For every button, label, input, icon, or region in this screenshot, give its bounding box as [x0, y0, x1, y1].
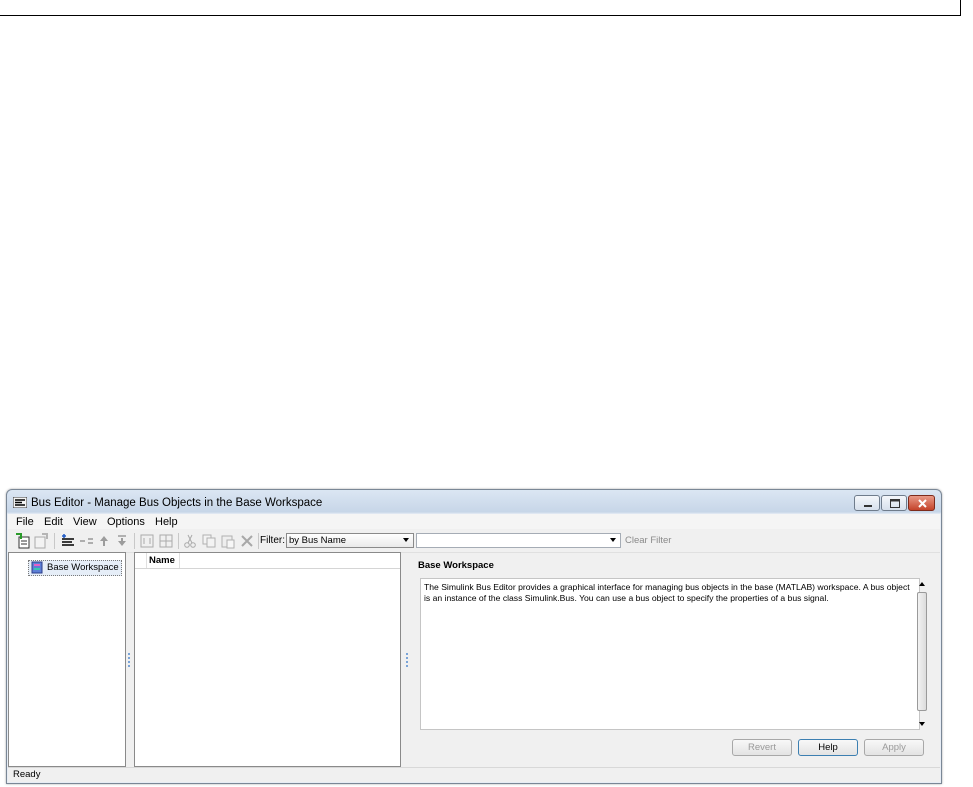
toolbar-separator [134, 533, 135, 549]
export-icon [34, 533, 48, 549]
delete-icon [241, 535, 253, 547]
insert-bus-element-icon [80, 538, 93, 544]
help-button[interactable]: Help [798, 739, 858, 756]
copy-icon [202, 534, 216, 548]
scroll-up-icon[interactable] [919, 582, 925, 586]
revert-button: Revert [732, 739, 792, 756]
description-text: The Simulink Bus Editor provides a graph… [424, 582, 910, 603]
move-up-icon [100, 536, 108, 546]
menu-bar: File Edit View Options Help [8, 514, 940, 529]
bus-tree-pane: Base Workspace [8, 552, 126, 767]
import-icon[interactable] [15, 533, 31, 549]
tree-node-label: Base Workspace [47, 562, 119, 573]
filter-label: Filter: [260, 535, 285, 546]
details-title: Base Workspace [418, 560, 494, 571]
page-top-rule [0, 15, 960, 16]
status-text: Ready [13, 769, 41, 780]
page-corner-mark [960, 0, 961, 16]
status-bar: Ready [8, 767, 940, 782]
close-button[interactable] [908, 495, 935, 511]
window-title: Bus Editor - Manage Bus Objects in the B… [31, 497, 323, 509]
create-subsystem-icon [140, 534, 154, 548]
clear-filter-button: Clear Filter [625, 535, 672, 546]
window-client-area: File Edit View Options Help Filter: by B… [8, 514, 940, 782]
tree-node-base-workspace[interactable]: Base Workspace [28, 560, 122, 576]
filter-mode-value: by Bus Name [289, 535, 347, 546]
minimize-icon [864, 505, 872, 507]
filter-text-input[interactable] [416, 533, 621, 548]
menu-edit[interactable]: Edit [44, 516, 63, 528]
scroll-thumb[interactable] [917, 592, 927, 711]
splitter-handle-icon[interactable] [406, 653, 408, 667]
move-down-icon [118, 535, 126, 546]
scroll-down-icon[interactable] [919, 722, 925, 726]
list-header: Name [135, 553, 400, 569]
add-bus-icon[interactable] [59, 533, 75, 549]
toolbar-separator [258, 533, 259, 549]
cut-icon [184, 534, 196, 548]
menu-view[interactable]: View [73, 516, 97, 528]
menu-help[interactable]: Help [155, 516, 178, 528]
bus-editor-window: Bus Editor - Manage Bus Objects in the B… [6, 489, 942, 784]
workspace-icon [31, 561, 43, 574]
description-scrollbar[interactable] [916, 578, 929, 730]
apply-button: Apply [864, 739, 924, 756]
create-matlab-struct-icon [159, 534, 173, 548]
chevron-down-icon [403, 538, 409, 542]
menu-file[interactable]: File [16, 516, 34, 528]
title-bar[interactable]: Bus Editor - Manage Bus Objects in the B… [7, 490, 941, 516]
column-header-name[interactable]: Name [146, 553, 180, 568]
chevron-down-icon[interactable] [610, 538, 616, 542]
minimize-button[interactable] [854, 495, 880, 511]
maximize-button[interactable] [881, 495, 907, 511]
maximize-icon [890, 499, 900, 508]
toolbar: Filter: by Bus Name Clear Filter [8, 530, 940, 553]
description-box: The Simulink Bus Editor provides a graph… [420, 578, 920, 730]
bus-element-list: Name [134, 552, 401, 767]
toolbar-separator [178, 533, 179, 549]
toolbar-separator [54, 533, 55, 549]
bus-editor-app-icon [13, 497, 27, 508]
paste-icon [221, 535, 235, 549]
close-icon [918, 499, 927, 508]
splitter-handle-icon[interactable] [128, 653, 130, 667]
filter-mode-dropdown[interactable]: by Bus Name [286, 533, 414, 548]
menu-options[interactable]: Options [107, 516, 145, 528]
